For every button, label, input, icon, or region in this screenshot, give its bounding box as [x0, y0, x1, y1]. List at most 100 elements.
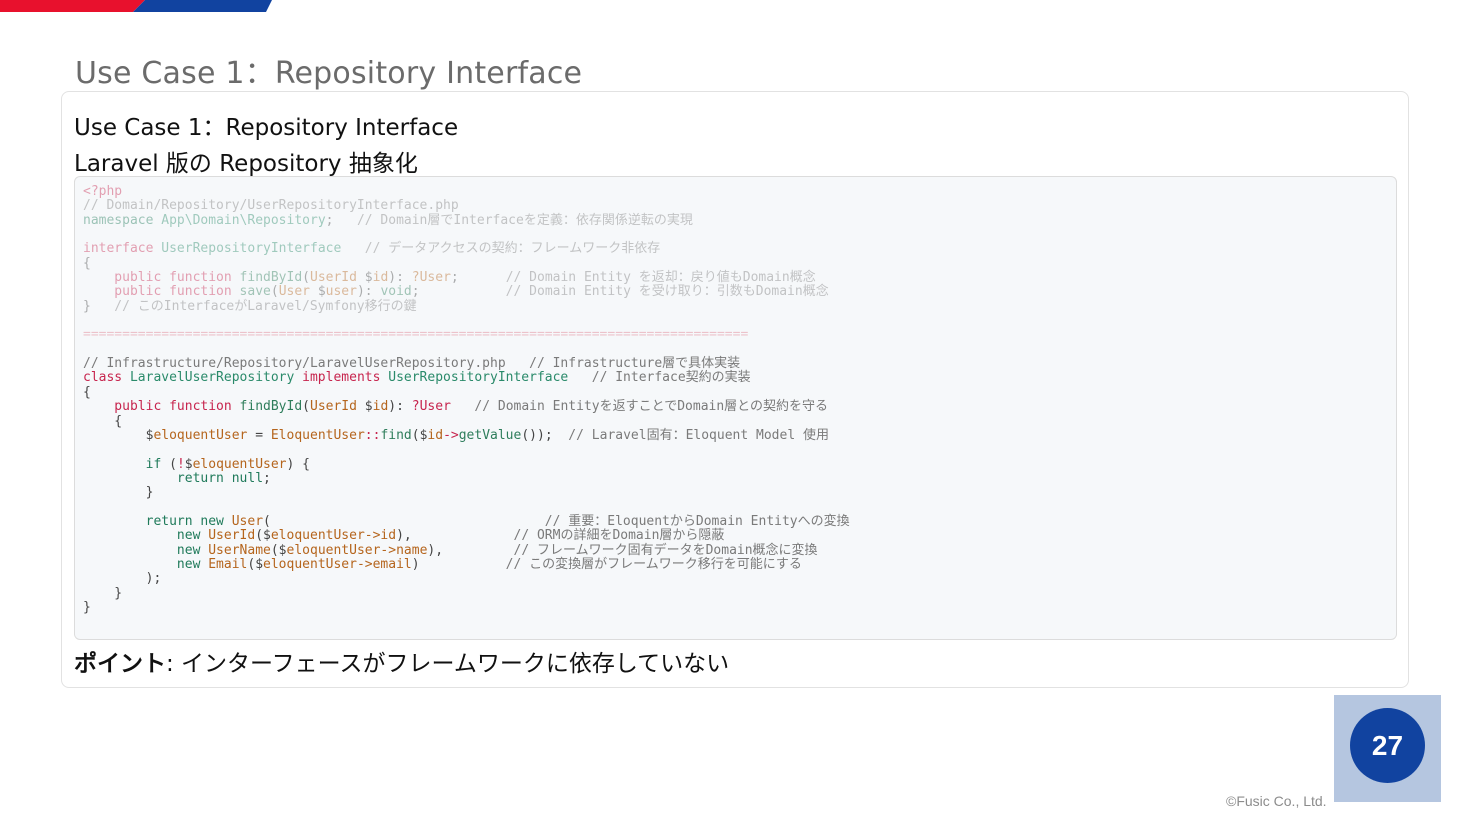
page-number-box: 27 [1334, 695, 1441, 802]
code-comment: // フレームワーク固有データをDomain概念に変換 [443, 542, 818, 558]
code-token: ( [263, 513, 271, 529]
code-comment: // データアクセスの契約：フレームワーク非依存 [341, 241, 661, 257]
code-line: } [83, 599, 91, 615]
code-line: // Infrastructure/Repository/LaravelUser… [83, 356, 741, 372]
code-line: } [83, 585, 123, 601]
code-dim-section: <?php // Domain/Repository/UserRepositor… [83, 184, 829, 342]
code-comment: // Domain Entity を返却：戻り値もDomain概念 [458, 270, 816, 286]
code-token: eloquentUser [153, 427, 248, 443]
code-token: findById [231, 399, 303, 415]
page-number: 27 [1350, 708, 1425, 783]
key-point: ポイント: インターフェースがフレームワークに依存していない [74, 644, 729, 678]
code-token: ?User [411, 270, 451, 286]
code-token: new [83, 556, 201, 572]
code-token: $ [310, 284, 326, 300]
code-token: getValue [458, 427, 522, 443]
key-point-label: ポイント [74, 651, 166, 677]
code-comment: // Domain Entityを返すことでDomain層との契約を守る [450, 399, 829, 415]
code-token: return new [83, 513, 224, 529]
code-block: <?php // Domain/Repository/UserRepositor… [74, 176, 1397, 640]
content-card: Use Case 1：Repository Interface Laravel … [61, 91, 1409, 688]
code-token: = [247, 427, 271, 443]
code-line: // Domain/Repository/UserRepositoryInter… [83, 198, 459, 214]
code-token: implements [294, 370, 381, 386]
code-token: id [372, 399, 389, 415]
code-token: ()); [521, 427, 553, 443]
code-token: UserRepositoryInterface [153, 241, 342, 257]
code-token: class [83, 370, 123, 386]
code-line: } [83, 485, 154, 501]
code-token: $ [184, 456, 193, 472]
copyright: ©Fusic Co., Ltd. [1226, 793, 1327, 809]
code-token: UserRepositoryInterface [380, 370, 569, 386]
key-point-text: : インターフェースがフレームワークに依存していない [166, 651, 730, 677]
code-token: ) [411, 556, 420, 572]
code-comment: // Domain層でInterfaceを定義：依存関係逆転の実現 [333, 212, 693, 228]
code-separator: ========================================… [83, 327, 749, 343]
code-token: new [83, 528, 201, 544]
code-token: find [380, 427, 412, 443]
code-listing: <?php // Domain/Repository/UserRepositor… [83, 184, 850, 615]
code-token: void [380, 284, 412, 300]
code-token: ($ [247, 556, 264, 572]
code-token: } [83, 298, 91, 314]
code-token: App\Domain\Repository [153, 212, 326, 228]
code-token: user [325, 284, 357, 300]
code-line: <?php [83, 184, 123, 199]
code-token: ( [302, 399, 310, 415]
code-token: Email [200, 556, 248, 572]
code-token: $ [83, 427, 154, 443]
code-comment: // Interface契約の実装 [568, 370, 751, 386]
code-token: public function [83, 399, 232, 415]
code-token: if [83, 456, 162, 472]
code-comment: // このInterfaceがLaravel/Symfony移行の鍵 [90, 298, 417, 314]
code-line: { [83, 384, 91, 400]
code-token: UserId [310, 270, 357, 286]
code-token: ; [263, 470, 271, 486]
code-token: ?User [411, 399, 451, 415]
code-token: ($ [270, 542, 287, 558]
code-token: ($ [411, 427, 428, 443]
code-token: ( [302, 270, 310, 286]
code-line: ); [83, 571, 162, 587]
code-line: { [83, 255, 91, 271]
code-token: ): [388, 399, 412, 415]
code-token: findById [231, 270, 303, 286]
code-token: public function [83, 270, 232, 286]
code-token: UserId [200, 528, 256, 544]
code-token: EloquentUser [270, 427, 365, 443]
code-token: eloquentUser->name [286, 542, 428, 558]
code-token: User [223, 513, 264, 529]
code-token: namespace [83, 212, 154, 228]
code-comment: // Laravel固有：Eloquent Model 使用 [552, 427, 829, 443]
code-token: ( [161, 456, 177, 472]
code-token: ), [396, 528, 412, 544]
code-token: interface [83, 241, 154, 257]
code-line: { [83, 413, 123, 429]
code-token: LaravelUserRepository [122, 370, 295, 386]
code-token: -> [443, 427, 459, 443]
code-token: $ [356, 399, 373, 415]
code-token: ) { [286, 456, 310, 472]
code-token: save [231, 284, 271, 300]
code-token: null [223, 470, 264, 486]
code-token: ; [450, 270, 459, 286]
code-token: id [372, 270, 389, 286]
code-token: ): [356, 284, 381, 300]
code-token: public function [83, 284, 232, 300]
code-comment: // ORMの詳細をDomain層から隠蔽 [411, 528, 725, 544]
code-token: ), [427, 542, 444, 558]
brand-stripe [0, 0, 272, 12]
code-token: new [83, 542, 201, 558]
card-subtitle: Laravel 版の Repository 抽象化 [74, 151, 418, 177]
code-token: eloquentUser->email [263, 556, 412, 572]
code-token: eloquentUser->id [270, 528, 397, 544]
page-title: Use Case 1：Repository Interface [75, 56, 583, 91]
code-token: return [83, 470, 224, 486]
code-token: $ [356, 270, 373, 286]
code-token: ; [411, 284, 420, 300]
code-token: User [278, 284, 310, 300]
code-token: eloquentUser [192, 456, 287, 472]
code-token: ): [388, 270, 412, 286]
code-token: ! [176, 456, 185, 472]
